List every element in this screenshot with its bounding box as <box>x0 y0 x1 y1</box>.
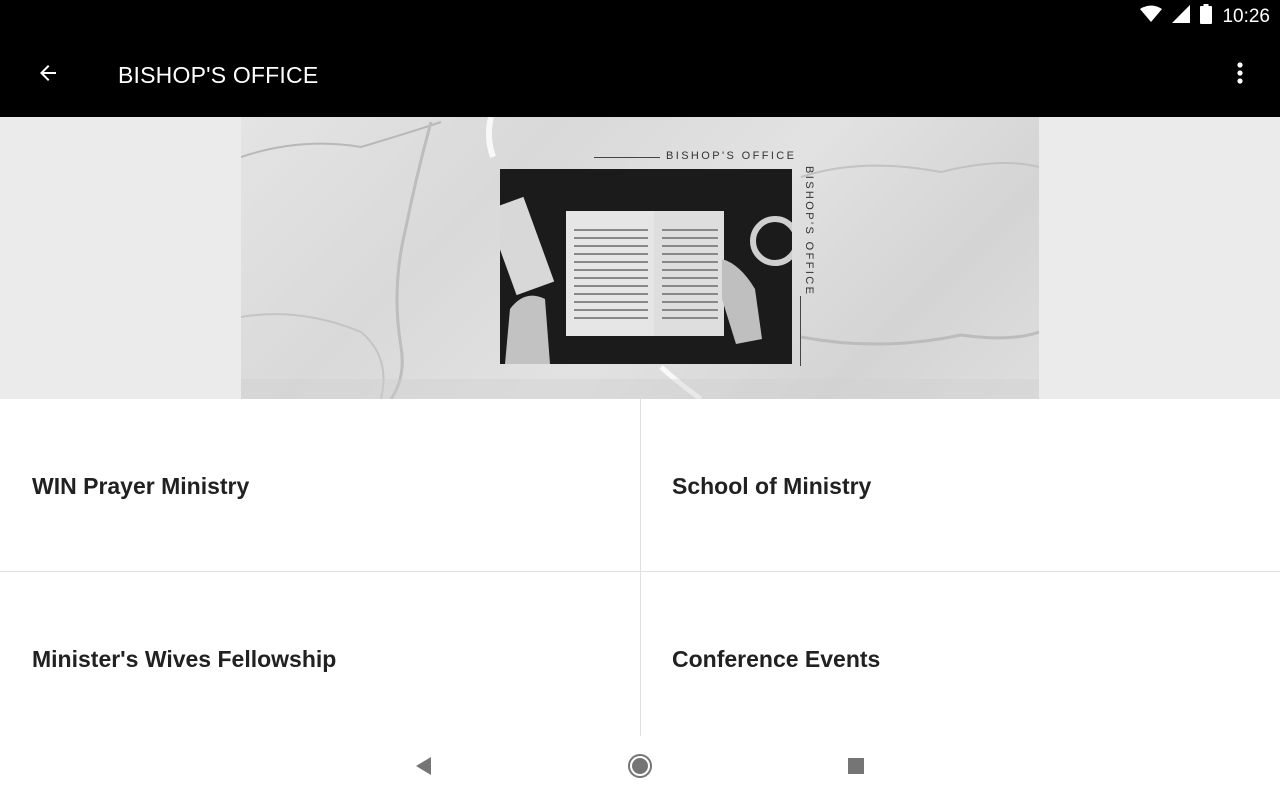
overflow-menu-button[interactable] <box>1222 55 1258 95</box>
tile-label: Minister's Wives Fellowship <box>32 646 337 672</box>
divider-horizontal <box>0 571 1280 572</box>
battery-icon <box>1200 4 1213 29</box>
tile-ministers-wives-fellowship[interactable]: Minister's Wives Fellowship <box>0 572 640 745</box>
ministry-grid: WIN Prayer Ministry School of Ministry M… <box>0 399 1280 745</box>
status-icons: 10:26 <box>1140 0 1270 33</box>
wifi-icon <box>1140 5 1163 28</box>
status-time: 10:26 <box>1222 5 1270 27</box>
tile-conference-events[interactable]: Conference Events <box>640 572 1280 745</box>
page-title: BISHOP'S OFFICE <box>118 62 319 88</box>
banner-caption-vertical: BISHOP'S OFFICE <box>803 166 815 297</box>
status-bar: 10:26 <box>0 0 1280 33</box>
tile-win-prayer-ministry[interactable]: WIN Prayer Ministry <box>0 399 640 572</box>
tile-school-of-ministry[interactable]: School of Ministry <box>640 399 1280 572</box>
tile-label: Conference Events <box>672 646 881 672</box>
bible-photo <box>500 169 792 364</box>
nav-recents-button[interactable] <box>840 754 872 782</box>
system-nav-bar <box>0 736 1280 800</box>
signal-icon <box>1172 5 1191 28</box>
banner-rule <box>594 157 660 158</box>
nav-home-button[interactable] <box>624 753 656 784</box>
more-vertical-icon <box>1237 61 1243 90</box>
app-bar: BISHOP'S OFFICE <box>0 33 1280 117</box>
home-circle-icon <box>627 753 653 784</box>
tile-label: WIN Prayer Ministry <box>32 473 250 499</box>
arrow-left-icon <box>36 61 60 90</box>
tile-label: School of Ministry <box>672 473 872 499</box>
back-triangle-icon <box>415 756 433 781</box>
back-button[interactable] <box>28 55 68 95</box>
nav-back-button[interactable] <box>408 754 440 782</box>
banner-rule-vertical <box>800 296 801 366</box>
divider-vertical <box>640 399 641 737</box>
banner-caption: BISHOP'S OFFICE <box>666 150 797 162</box>
recents-square-icon <box>847 757 865 780</box>
